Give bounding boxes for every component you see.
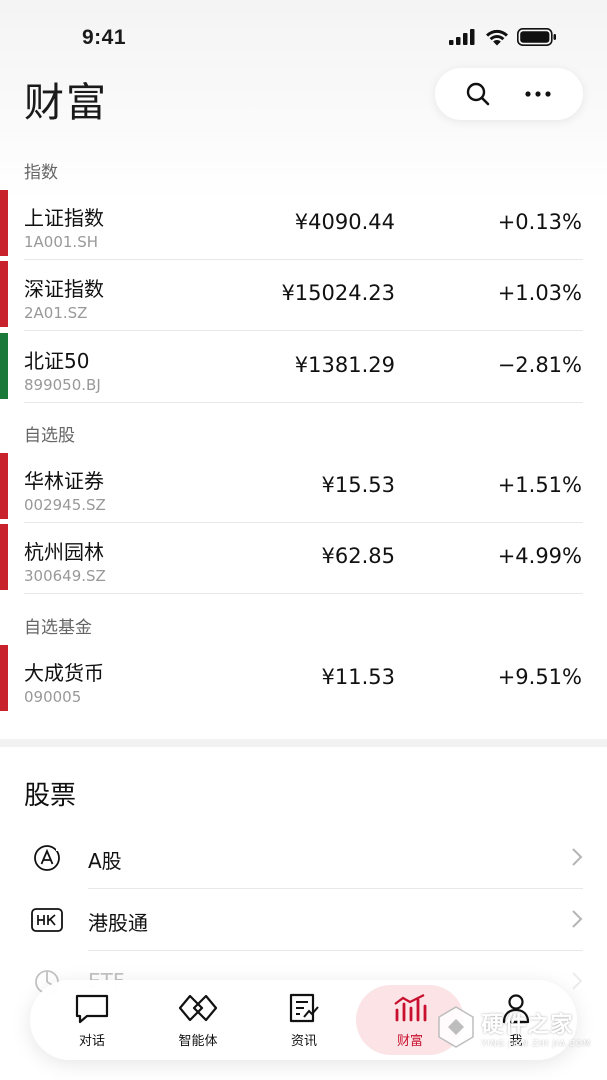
item-price: ¥62.85 <box>321 544 395 568</box>
item-name: 杭州园林 <box>24 540 104 564</box>
status-bar: 9:41 <box>0 0 607 60</box>
header-actions <box>435 68 583 120</box>
tab-agent[interactable]: 智能体 <box>144 980 252 1060</box>
list-item[interactable]: 上证指数 1A001.SH ¥4090.44 +0.13% <box>0 190 607 260</box>
list-item[interactable]: 北证50 899050.BJ ¥1381.29 −2.81% <box>0 333 607 403</box>
status-time: 9:41 <box>82 26 127 49</box>
chevron-right-icon <box>572 910 583 928</box>
section-separator <box>0 739 607 747</box>
tab-label: 对话 <box>78 1034 105 1049</box>
page-title: 财富 <box>24 80 108 126</box>
status-icons <box>449 28 557 46</box>
item-price: ¥1381.29 <box>294 353 395 377</box>
search-icon[interactable] <box>464 80 492 108</box>
item-change: −2.81% <box>497 353 582 377</box>
item-name: 上证指数 <box>24 206 104 230</box>
trend-bar <box>0 190 8 256</box>
signal-icon <box>449 29 475 45</box>
trend-bar <box>0 645 8 711</box>
item-change: +1.03% <box>497 281 582 305</box>
watermark: 硬件之家 YING JIAN ZHI JIA.COM <box>436 1005 591 1049</box>
list-item[interactable]: 华林证券 002945.SZ ¥15.53 +1.51% <box>0 453 607 523</box>
item-name: 北证50 <box>24 349 90 373</box>
tab-chat[interactable]: 对话 <box>38 980 146 1060</box>
section-label-stocks: 自选股 <box>24 426 75 446</box>
item-price: ¥15.53 <box>321 473 395 497</box>
menu-item-hk[interactable]: 港股通 <box>0 889 607 951</box>
watermark-subtext: YING JIAN ZHI JIA.COM <box>481 1038 591 1048</box>
tab-news[interactable]: 资讯 <box>250 980 358 1060</box>
watermark-text-block: 硬件之家 YING JIAN ZHI JIA.COM <box>482 1007 591 1048</box>
trend-bar <box>0 524 8 590</box>
item-code: 2A01.SZ <box>24 304 88 322</box>
battery-icon <box>517 28 556 46</box>
trend-bar <box>0 261 8 327</box>
a-share-icon <box>34 845 62 871</box>
menu-label: A股 <box>88 849 122 873</box>
chevron-right-icon <box>572 972 583 990</box>
item-price: ¥4090.44 <box>294 210 395 234</box>
item-price: ¥11.53 <box>321 665 395 689</box>
list-item[interactable]: 大成货币 090005 ¥11.53 +9.51% <box>0 645 607 715</box>
wealth-icon <box>394 994 427 1022</box>
wifi-icon <box>486 29 508 45</box>
item-change: +1.51% <box>497 473 582 497</box>
hk-icon <box>31 908 63 932</box>
item-name: 华林证券 <box>24 469 104 493</box>
item-name: 深证指数 <box>24 277 104 301</box>
item-change: +4.99% <box>497 544 582 568</box>
item-code: 090005 <box>24 688 82 706</box>
section-label-indices: 指数 <box>24 163 58 183</box>
divider <box>24 402 583 403</box>
divider <box>24 593 583 594</box>
trend-bar <box>0 453 8 519</box>
menu-label: 港股通 <box>88 911 148 935</box>
item-price: ¥15024.23 <box>281 281 395 305</box>
watermark-text: 硬件之家 <box>481 1012 574 1038</box>
divider <box>24 259 583 260</box>
section-label-funds: 自选基金 <box>24 618 92 638</box>
trend-bar <box>0 333 8 399</box>
item-change: +9.51% <box>497 665 582 689</box>
chevron-right-icon <box>572 848 583 866</box>
chat-icon <box>75 994 109 1024</box>
list-item[interactable]: 深证指数 2A01.SZ ¥15024.23 +1.03% <box>0 261 607 331</box>
watermark-logo-icon <box>437 1006 474 1048</box>
divider <box>24 522 583 523</box>
news-icon <box>289 993 319 1023</box>
list-item[interactable]: 杭州园林 300649.SZ ¥62.85 +4.99% <box>0 524 607 594</box>
item-code: 002945.SZ <box>24 496 106 514</box>
menu-item-a-share[interactable]: A股 <box>0 827 607 889</box>
divider <box>24 330 583 331</box>
item-code: 300649.SZ <box>24 567 106 585</box>
item-name: 大成货币 <box>24 661 104 685</box>
section-title-stocks: 股票 <box>24 781 77 811</box>
agent-icon <box>178 994 218 1022</box>
item-code: 1A001.SH <box>24 233 99 251</box>
item-code: 899050.BJ <box>24 376 101 394</box>
tab-label: 智能体 <box>178 1034 218 1049</box>
item-change: +0.13% <box>497 210 582 234</box>
tab-label: 资讯 <box>290 1034 317 1049</box>
more-icon[interactable] <box>522 80 554 108</box>
